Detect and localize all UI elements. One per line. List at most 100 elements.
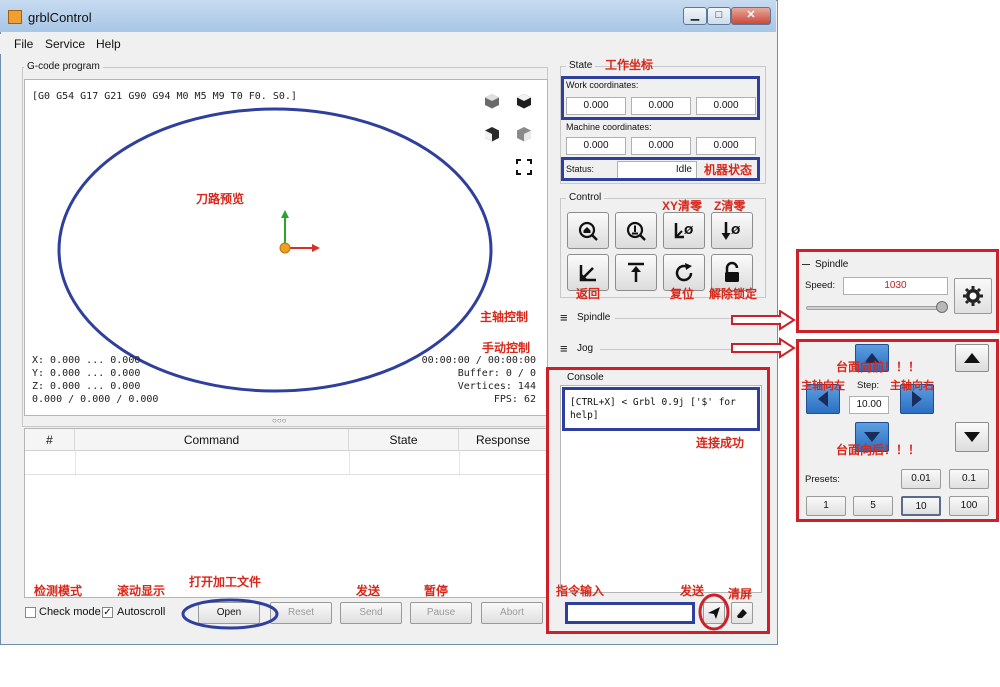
machine-x-field: 0.000 xyxy=(566,137,626,155)
preset-0-1[interactable]: 0.1 xyxy=(949,469,989,489)
check-mode-checkbox[interactable] xyxy=(25,607,36,618)
annot-machine-state: 机器状态 xyxy=(704,163,753,177)
fps-counter: FPS: 62 xyxy=(493,394,536,405)
spindle-slider-handle[interactable] xyxy=(935,301,948,313)
annot-toolpath: 刀路预览 xyxy=(196,192,245,206)
send-button[interactable]: Send xyxy=(340,602,402,624)
spindle-panel-rule xyxy=(802,264,810,265)
annot-connected: 连接成功 xyxy=(696,436,745,450)
console-clear-button[interactable] xyxy=(731,602,753,624)
zero-xy-button[interactable]: Ø xyxy=(663,212,705,249)
arrow-right-icon xyxy=(912,391,922,407)
annot-table-front: 台面向前！！！ xyxy=(836,360,921,374)
z-range: Z: 0.000 ... 0.000 xyxy=(32,381,141,392)
open-highlight xyxy=(181,598,279,630)
jog-z-plus-button[interactable] xyxy=(955,344,989,372)
pause-button[interactable]: Pause xyxy=(410,602,472,624)
view-top-button[interactable] xyxy=(512,89,536,113)
eraser-icon xyxy=(737,609,747,618)
jog-step-field[interactable]: 10.00 xyxy=(849,396,889,414)
annot-send: 发送 xyxy=(356,584,381,598)
zero-z-button[interactable]: Ø xyxy=(711,212,753,249)
jog-section-label[interactable]: Jog xyxy=(577,343,593,354)
spindle-section-icon[interactable]: ≡ xyxy=(560,310,568,325)
xyz-size: 0.000 / 0.000 / 0.000 xyxy=(32,394,159,405)
annot-z-zero: Z清零 xyxy=(714,199,746,213)
menu-file[interactable]: File xyxy=(14,37,33,51)
annot-open-file: 打开加工文件 xyxy=(189,575,262,589)
jog-step-label: Step: xyxy=(857,380,880,391)
spindle-slider-track[interactable] xyxy=(806,306,946,310)
home-button[interactable] xyxy=(567,212,609,249)
preset-10[interactable]: 10 xyxy=(901,496,941,516)
splitter-handle[interactable]: ○○○ xyxy=(272,416,287,425)
preset-100[interactable]: 100 xyxy=(949,496,989,516)
buffer-status: Buffer: 0 / 0 xyxy=(457,368,536,379)
return-icon xyxy=(579,264,596,281)
machine-y-field: 0.000 xyxy=(631,137,691,155)
state-title: State xyxy=(566,60,596,71)
arrow-up-icon xyxy=(964,353,980,363)
spindle-gear-icon xyxy=(963,286,983,306)
autoscroll-label: Autoscroll xyxy=(117,606,166,618)
preset-0-01[interactable]: 0.01 xyxy=(901,469,941,489)
table-row[interactable] xyxy=(25,451,547,475)
col-command[interactable]: Command xyxy=(75,429,349,451)
safe-z-button[interactable] xyxy=(615,254,657,291)
check-mode-label: Check mode xyxy=(39,606,101,618)
col-number[interactable]: # xyxy=(25,429,75,451)
annot-unlock: 解除锁定 xyxy=(709,287,758,301)
col-state[interactable]: State xyxy=(349,429,459,451)
maximize-button[interactable]: □ xyxy=(707,7,731,25)
presets-label: Presets: xyxy=(805,474,840,485)
annot-pause: 暂停 xyxy=(424,584,449,598)
annot-work-coords: 工作坐标 xyxy=(605,58,654,72)
work-coords-highlight xyxy=(561,76,760,120)
refresh-icon xyxy=(675,262,693,281)
annot-reset: 复位 xyxy=(670,287,695,301)
spindle-section-label[interactable]: Spindle xyxy=(577,312,610,323)
arrow-up-bar-icon xyxy=(628,262,644,282)
probe-button[interactable] xyxy=(615,212,657,249)
parser-state-text: [G0 G54 G17 G21 G90 G94 M0 M5 M9 T0 F0. … xyxy=(32,91,297,102)
app-icon xyxy=(8,10,22,24)
abort-button[interactable]: Abort xyxy=(481,602,543,624)
origin-axes xyxy=(279,210,320,254)
command-input[interactable] xyxy=(565,602,695,624)
cube-left-icon xyxy=(517,127,531,142)
zero-z-icon: Ø xyxy=(721,221,741,240)
menu-help[interactable]: Help xyxy=(96,37,121,51)
spindle-panel-title: Spindle xyxy=(815,259,849,270)
fit-view-button[interactable] xyxy=(512,155,536,179)
annot-check-mode: 检测模式 xyxy=(34,584,83,598)
preset-1[interactable]: 1 xyxy=(806,496,846,516)
close-button[interactable]: ✕ xyxy=(731,7,771,25)
view-left-button[interactable] xyxy=(512,122,536,146)
spindle-speed-field[interactable]: 1030 xyxy=(843,277,948,295)
annot-manual-ctrl: 手动控制 xyxy=(482,341,531,355)
jog-section-icon[interactable]: ≡ xyxy=(560,341,568,356)
elapsed-time: 00:00:00 / 00:00:00 xyxy=(421,355,536,366)
preset-5[interactable]: 5 xyxy=(853,496,893,516)
annot-spindle-right: 主轴向右 xyxy=(890,380,934,392)
svg-text:Ø: Ø xyxy=(684,224,694,237)
annot-return: 返回 xyxy=(576,287,601,301)
home-magnifier-icon xyxy=(578,221,598,241)
col-response[interactable]: Response xyxy=(459,429,547,451)
console-title: Console xyxy=(567,372,604,383)
unlock-icon xyxy=(725,261,739,282)
menu-service[interactable]: Service xyxy=(45,37,85,51)
annot-send2: 发送 xyxy=(680,584,705,598)
annot-autoscroll: 滚动显示 xyxy=(117,584,166,598)
autoscroll-checkbox[interactable]: ✓ xyxy=(102,607,113,618)
machine-z-field: 0.000 xyxy=(696,137,756,155)
jog-z-minus-button[interactable] xyxy=(955,422,989,452)
console-message-highlight xyxy=(562,387,760,431)
annot-table-back: 台面向后！！！ xyxy=(836,443,921,457)
minimize-button[interactable]: ▁ xyxy=(683,7,707,25)
x-range: X: 0.000 ... 0.000 xyxy=(32,355,141,366)
title-bar xyxy=(0,0,776,32)
arrow-left-icon xyxy=(818,391,828,407)
spindle-toggle-button[interactable] xyxy=(954,278,992,314)
annot-clear: 清屏 xyxy=(728,587,753,601)
